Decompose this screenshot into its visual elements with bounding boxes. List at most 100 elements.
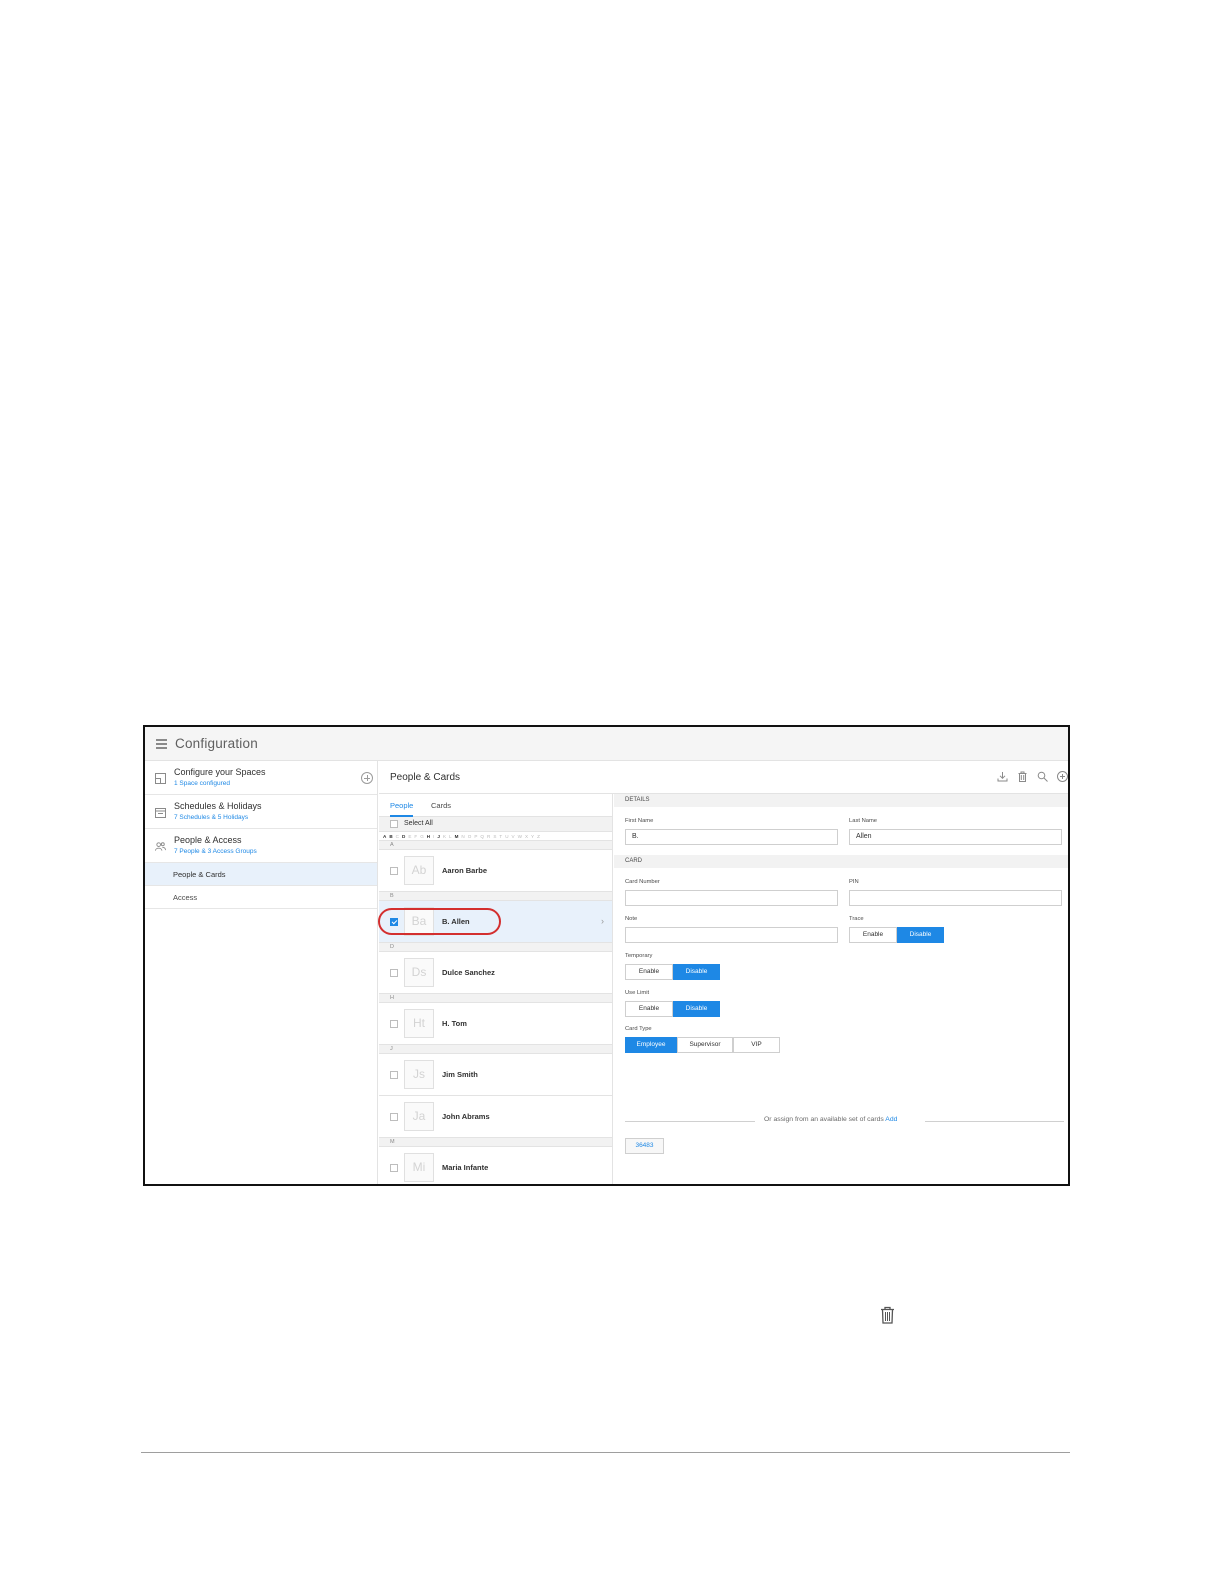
people-icon — [155, 842, 166, 851]
alpha-letter[interactable]: Q — [480, 834, 484, 839]
nav-subitem-access[interactable]: Access — [145, 886, 377, 909]
temporary-enable-button[interactable]: Enable — [625, 964, 673, 980]
nav-item-title: Schedules & Holidays — [174, 801, 262, 811]
card-type-label: Card Type — [625, 1026, 652, 1032]
avatar: Mi — [404, 1153, 434, 1182]
alpha-letter[interactable]: S — [493, 834, 496, 839]
alpha-letter[interactable]: A — [383, 834, 386, 839]
alpha-letter[interactable]: E — [408, 834, 411, 839]
person-name: Jim Smith — [442, 1070, 478, 1079]
download-icon[interactable] — [997, 771, 1008, 782]
use-limit-toggle: Enable Disable — [625, 1001, 720, 1017]
temporary-label: Temporary — [625, 953, 653, 959]
nav-item-subtitle: 7 Schedules & 5 Holidays — [174, 814, 249, 821]
trace-enable-button[interactable]: Enable — [849, 927, 897, 943]
alpha-letter[interactable]: B — [389, 834, 392, 839]
card-number-label: Card Number — [625, 879, 660, 885]
note-field[interactable] — [625, 927, 838, 943]
main-header: People & Cards — [379, 761, 1068, 794]
group-header: H — [379, 994, 612, 1003]
alpha-letter[interactable]: Y — [531, 834, 534, 839]
alpha-letter[interactable]: R — [487, 834, 490, 839]
group-header: A — [379, 841, 612, 850]
row-checkbox[interactable] — [390, 1071, 398, 1079]
alpha-letter[interactable]: J — [437, 834, 440, 839]
avatar: Ht — [404, 1009, 434, 1038]
row-checkbox[interactable] — [390, 1020, 398, 1028]
pin-field[interactable] — [849, 890, 1062, 906]
card-type-vip[interactable]: VIP — [733, 1037, 780, 1053]
row-checkbox[interactable] — [390, 867, 398, 875]
assign-add-link[interactable]: Add — [885, 1116, 897, 1123]
trace-toggle: Enable Disable — [849, 927, 944, 943]
person-row-selected[interactable]: Ba B. Allen › — [378, 901, 612, 943]
hamburger-menu-icon[interactable] — [156, 739, 167, 749]
row-checkbox[interactable] — [390, 1164, 398, 1172]
person-row[interactable]: Ds Dulce Sanchez — [379, 952, 612, 994]
alpha-letter[interactable]: H — [427, 834, 430, 839]
card-number-field[interactable] — [625, 890, 838, 906]
alpha-letter[interactable]: L — [449, 834, 452, 839]
alpha-letter[interactable]: I — [433, 834, 434, 839]
person-name: John Abrams — [442, 1112, 490, 1121]
nav-item-schedules[interactable]: Schedules & Holidays 7 Schedules & 5 Hol… — [145, 795, 377, 829]
group-header: J — [379, 1045, 612, 1054]
select-all-checkbox[interactable] — [390, 820, 398, 828]
divider-line — [925, 1121, 1064, 1122]
toolbar — [997, 771, 1068, 782]
person-row[interactable]: Ab Aaron Barbe — [379, 850, 612, 892]
alpha-letter[interactable]: P — [474, 834, 477, 839]
available-card-chip[interactable]: 36483 — [625, 1138, 664, 1154]
person-row[interactable]: Ht H. Tom — [379, 1003, 612, 1045]
use-limit-enable-button[interactable]: Enable — [625, 1001, 673, 1017]
person-name: H. Tom — [442, 1019, 467, 1028]
alpha-letter[interactable]: F — [414, 834, 417, 839]
alpha-letter[interactable]: U — [505, 834, 508, 839]
alpha-letter[interactable]: G — [420, 834, 424, 839]
use-limit-label: Use Limit — [625, 990, 650, 996]
section-details: DETAILS — [614, 794, 1068, 807]
add-icon[interactable] — [1057, 771, 1068, 782]
person-row[interactable]: Js Jim Smith — [379, 1054, 612, 1096]
last-name-field[interactable]: Allen — [849, 829, 1062, 845]
trash-icon[interactable] — [1017, 771, 1028, 782]
alpha-letter[interactable]: D — [402, 834, 405, 839]
alpha-letter[interactable]: C — [396, 834, 399, 839]
temporary-disable-button[interactable]: Disable — [673, 964, 720, 980]
add-space-icon[interactable] — [361, 772, 373, 784]
search-icon[interactable] — [1037, 771, 1048, 782]
assign-text: Or assign from an available set of cards… — [760, 1116, 902, 1123]
people-list: People Cards Select All A B C D E F G H … — [378, 794, 613, 1184]
app-title: Configuration — [175, 736, 258, 751]
alphabet-index: A B C D E F G H I J K L M N O P Q R S T … — [379, 832, 612, 841]
nav-subitem-people-cards[interactable]: People & Cards — [145, 863, 377, 886]
alpha-letter[interactable]: N — [461, 834, 464, 839]
alpha-letter[interactable]: T — [499, 834, 502, 839]
person-row[interactable]: Ja John Abrams — [379, 1096, 612, 1138]
trace-disable-button[interactable]: Disable — [897, 927, 944, 943]
nav-item-people-access[interactable]: People & Access 7 People & 3 Access Grou… — [145, 829, 377, 863]
card-type-employee[interactable]: Employee — [625, 1037, 677, 1053]
alpha-letter[interactable]: Z — [537, 834, 540, 839]
card-type-supervisor[interactable]: Supervisor — [677, 1037, 733, 1053]
screenshot-frame: Configuration Configure your Spaces 1 Sp… — [143, 725, 1070, 1186]
alpha-letter[interactable]: K — [443, 834, 446, 839]
nav-item-spaces[interactable]: Configure your Spaces 1 Space configured — [145, 761, 377, 795]
alpha-letter[interactable]: V — [512, 834, 515, 839]
row-checkbox[interactable] — [390, 1113, 398, 1121]
tab-cards[interactable]: Cards — [431, 801, 451, 810]
row-checkbox[interactable] — [390, 969, 398, 977]
nav-item-subtitle: 7 People & 3 Access Groups — [174, 848, 257, 855]
first-name-field[interactable]: B. — [625, 829, 838, 845]
alpha-letter[interactable]: W — [518, 834, 522, 839]
trace-label: Trace — [849, 916, 864, 922]
space-icon — [155, 773, 166, 784]
use-limit-disable-button[interactable]: Disable — [673, 1001, 720, 1017]
alpha-letter[interactable]: M — [455, 834, 459, 839]
person-row[interactable]: Mi Maria Infante — [379, 1147, 612, 1184]
section-card: CARD — [614, 855, 1068, 868]
person-name: Aaron Barbe — [442, 866, 488, 875]
alpha-letter[interactable]: X — [525, 834, 528, 839]
alpha-letter[interactable]: O — [468, 834, 472, 839]
tab-people[interactable]: People — [390, 801, 414, 817]
